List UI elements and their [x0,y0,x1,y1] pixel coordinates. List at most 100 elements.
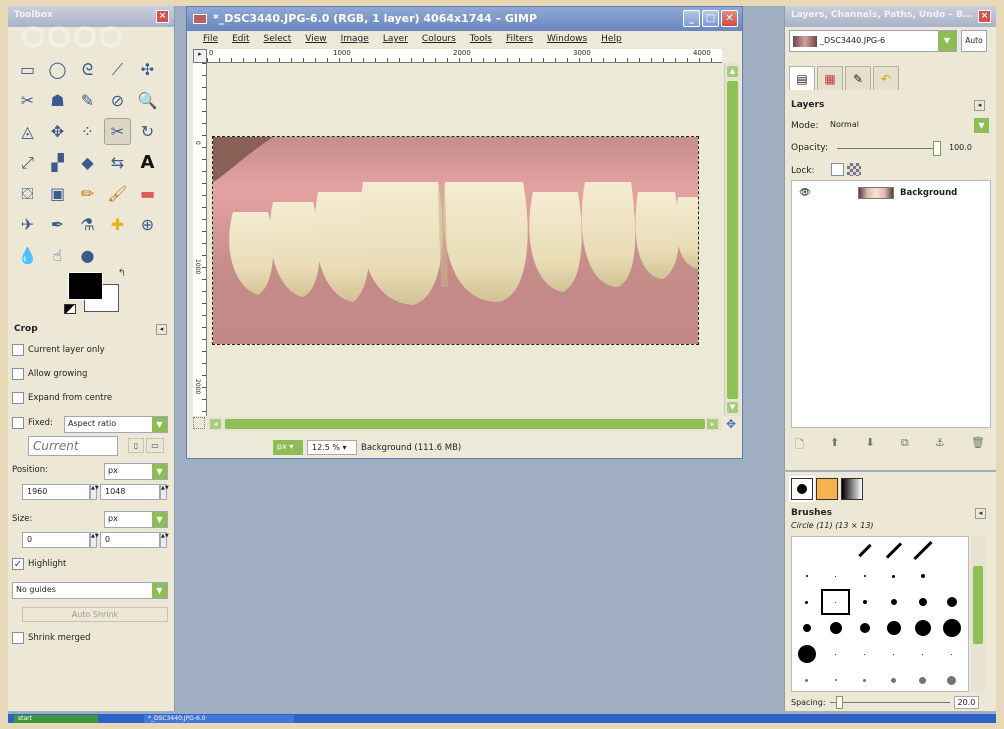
highlight-option[interactable]: ✓ Highlight [12,558,66,570]
raise-layer-icon[interactable]: ⬆ [830,436,839,455]
aspect-ratio-entry[interactable]: Current [28,436,118,456]
smudge-icon[interactable]: ☝ [44,242,71,269]
brush-cell[interactable] [879,589,908,615]
brush-cell[interactable] [908,589,937,615]
brush-cell[interactable] [850,537,879,563]
dodge-burn-icon[interactable]: ● [74,242,101,269]
rotate-icon[interactable]: ↻ [134,118,161,145]
brush-cell[interactable] [850,667,879,691]
toolbox-titlebar[interactable]: Toolbox × [8,6,174,27]
scroll-thumb[interactable] [225,419,705,429]
brush-cell[interactable] [879,615,908,641]
brush-cell[interactable] [879,667,908,691]
brush-cell[interactable] [821,537,850,563]
brushes-tab-icon[interactable] [789,476,815,502]
brush-cell[interactable] [908,615,937,641]
default-colors-icon[interactable] [64,304,76,314]
scroll-thumb[interactable] [727,81,738,399]
menu-help[interactable]: Help [601,34,622,44]
move-icon[interactable]: ✥ [44,118,71,145]
spin-arrows-icon[interactable]: ▲▼ [160,484,169,500]
lower-layer-icon[interactable]: ⬇ [865,436,874,455]
rect-select-icon[interactable]: ▭ [14,56,41,83]
color-select-icon[interactable]: ✣ [134,56,161,83]
position-y-field[interactable]: 1048 [100,484,160,500]
lock-alpha-icon[interactable] [847,163,861,176]
quick-mask-icon[interactable] [193,417,205,429]
free-select-icon[interactable]: ᘓ [74,56,101,83]
brush-grid[interactable] [791,536,969,692]
brush-cell[interactable] [879,537,908,563]
brush-cell[interactable] [937,537,966,563]
brush-cell[interactable] [937,615,966,641]
brush-cell[interactable] [908,641,937,667]
brush-cell[interactable] [792,667,821,691]
color-picker-icon[interactable]: ⊘ [104,87,131,114]
menu-colours[interactable]: Colours [422,34,456,44]
scroll-up-icon[interactable]: ▲ [727,66,738,77]
checkbox[interactable] [12,632,24,644]
menu-image[interactable]: Image [341,34,369,44]
align-icon[interactable]: ⁘ [74,118,101,145]
checkbox-checked[interactable]: ✓ [12,558,24,570]
fuzzy-select-icon[interactable]: ⟋ [104,56,131,83]
clone-icon[interactable]: ⚗ [74,211,101,238]
image-titlebar[interactable]: *_DSC3440.JPG-6.0 (RGB, 1 layer) 4064x17… [187,7,742,31]
menu-windows[interactable]: Windows [547,34,587,44]
position-unit-select[interactable]: px ▼ [104,463,168,480]
close-icon[interactable]: × [156,10,169,23]
channels-tab-icon[interactable]: ▦ [817,66,843,90]
spin-arrows-icon[interactable]: ▲▼ [90,484,99,500]
scroll-down-icon[interactable]: ▼ [727,402,738,413]
size-unit-select[interactable]: px ▼ [104,511,168,528]
menu-select[interactable]: Select [264,34,292,44]
patterns-tab-icon[interactable] [816,478,838,500]
brush-cell[interactable] [850,615,879,641]
vertical-scrollbar[interactable]: ▲ ▼ [724,63,740,416]
portrait-icon[interactable]: ▯ [128,438,144,453]
spin-arrows-icon[interactable]: ▲▼ [90,532,99,548]
eraser-icon[interactable]: ▬ [134,180,161,207]
ink-icon[interactable]: ✒ [44,211,71,238]
eye-icon[interactable]: 👁 [792,188,818,198]
pencil-icon[interactable]: ✏ [74,180,101,207]
brush-cell[interactable] [879,641,908,667]
shear-icon[interactable]: ▞ [44,149,71,176]
gradients-tab-icon[interactable] [841,478,863,500]
opacity-slider-handle[interactable] [933,141,941,156]
start-button[interactable]: start [14,715,98,723]
brush-cell[interactable] [792,641,821,667]
heal-icon[interactable]: ✚ [104,211,131,238]
checkbox[interactable] [12,368,24,380]
delete-layer-icon[interactable]: 🗑 [971,436,985,455]
undo-tab-icon[interactable]: ↶ [873,66,899,90]
brush-cell[interactable] [908,563,937,589]
menu-file[interactable]: File [203,34,218,44]
foreground-color-swatch[interactable] [68,272,103,300]
checkbox[interactable] [12,344,24,356]
brush-cell[interactable] [792,563,821,589]
brush-cell[interactable] [937,589,966,615]
anchor-layer-icon[interactable]: ⚓ [935,436,945,455]
brush-cell[interactable] [821,667,850,691]
brush-scrollbar[interactable] [971,536,985,692]
close-icon[interactable]: × [978,10,991,23]
auto-shrink-button[interactable]: Auto Shrink [22,607,168,622]
close-icon[interactable]: ✕ [721,10,738,27]
scroll-thumb[interactable] [973,566,983,644]
auto-button[interactable]: Auto [961,30,987,52]
size-height-field[interactable]: 0 [100,532,160,548]
new-layer-icon[interactable]: 🗋 [795,436,804,455]
landscape-icon[interactable]: ▭ [146,438,164,453]
airbrush-icon[interactable]: ✈ [14,211,41,238]
configure-tab-icon[interactable]: ◂ [975,508,986,519]
horizontal-ruler[interactable]: 0 1000 2000 3000 4000 [207,49,722,63]
image-menu-icon[interactable]: ▸ [193,49,207,63]
menu-tools[interactable]: Tools [470,34,492,44]
spacing-value[interactable]: 20.0 [953,696,980,709]
paths-icon[interactable]: ✎ [74,87,101,114]
taskbar-item-gimp[interactable]: *_DSC3440.JPG-6.0 [144,715,294,723]
image-select[interactable]: _DSC3440.JPG-6 ▼ [789,30,957,52]
spin-arrows-icon[interactable]: ▲▼ [160,532,169,548]
fg-bg-colors[interactable]: ↰ [64,268,126,316]
